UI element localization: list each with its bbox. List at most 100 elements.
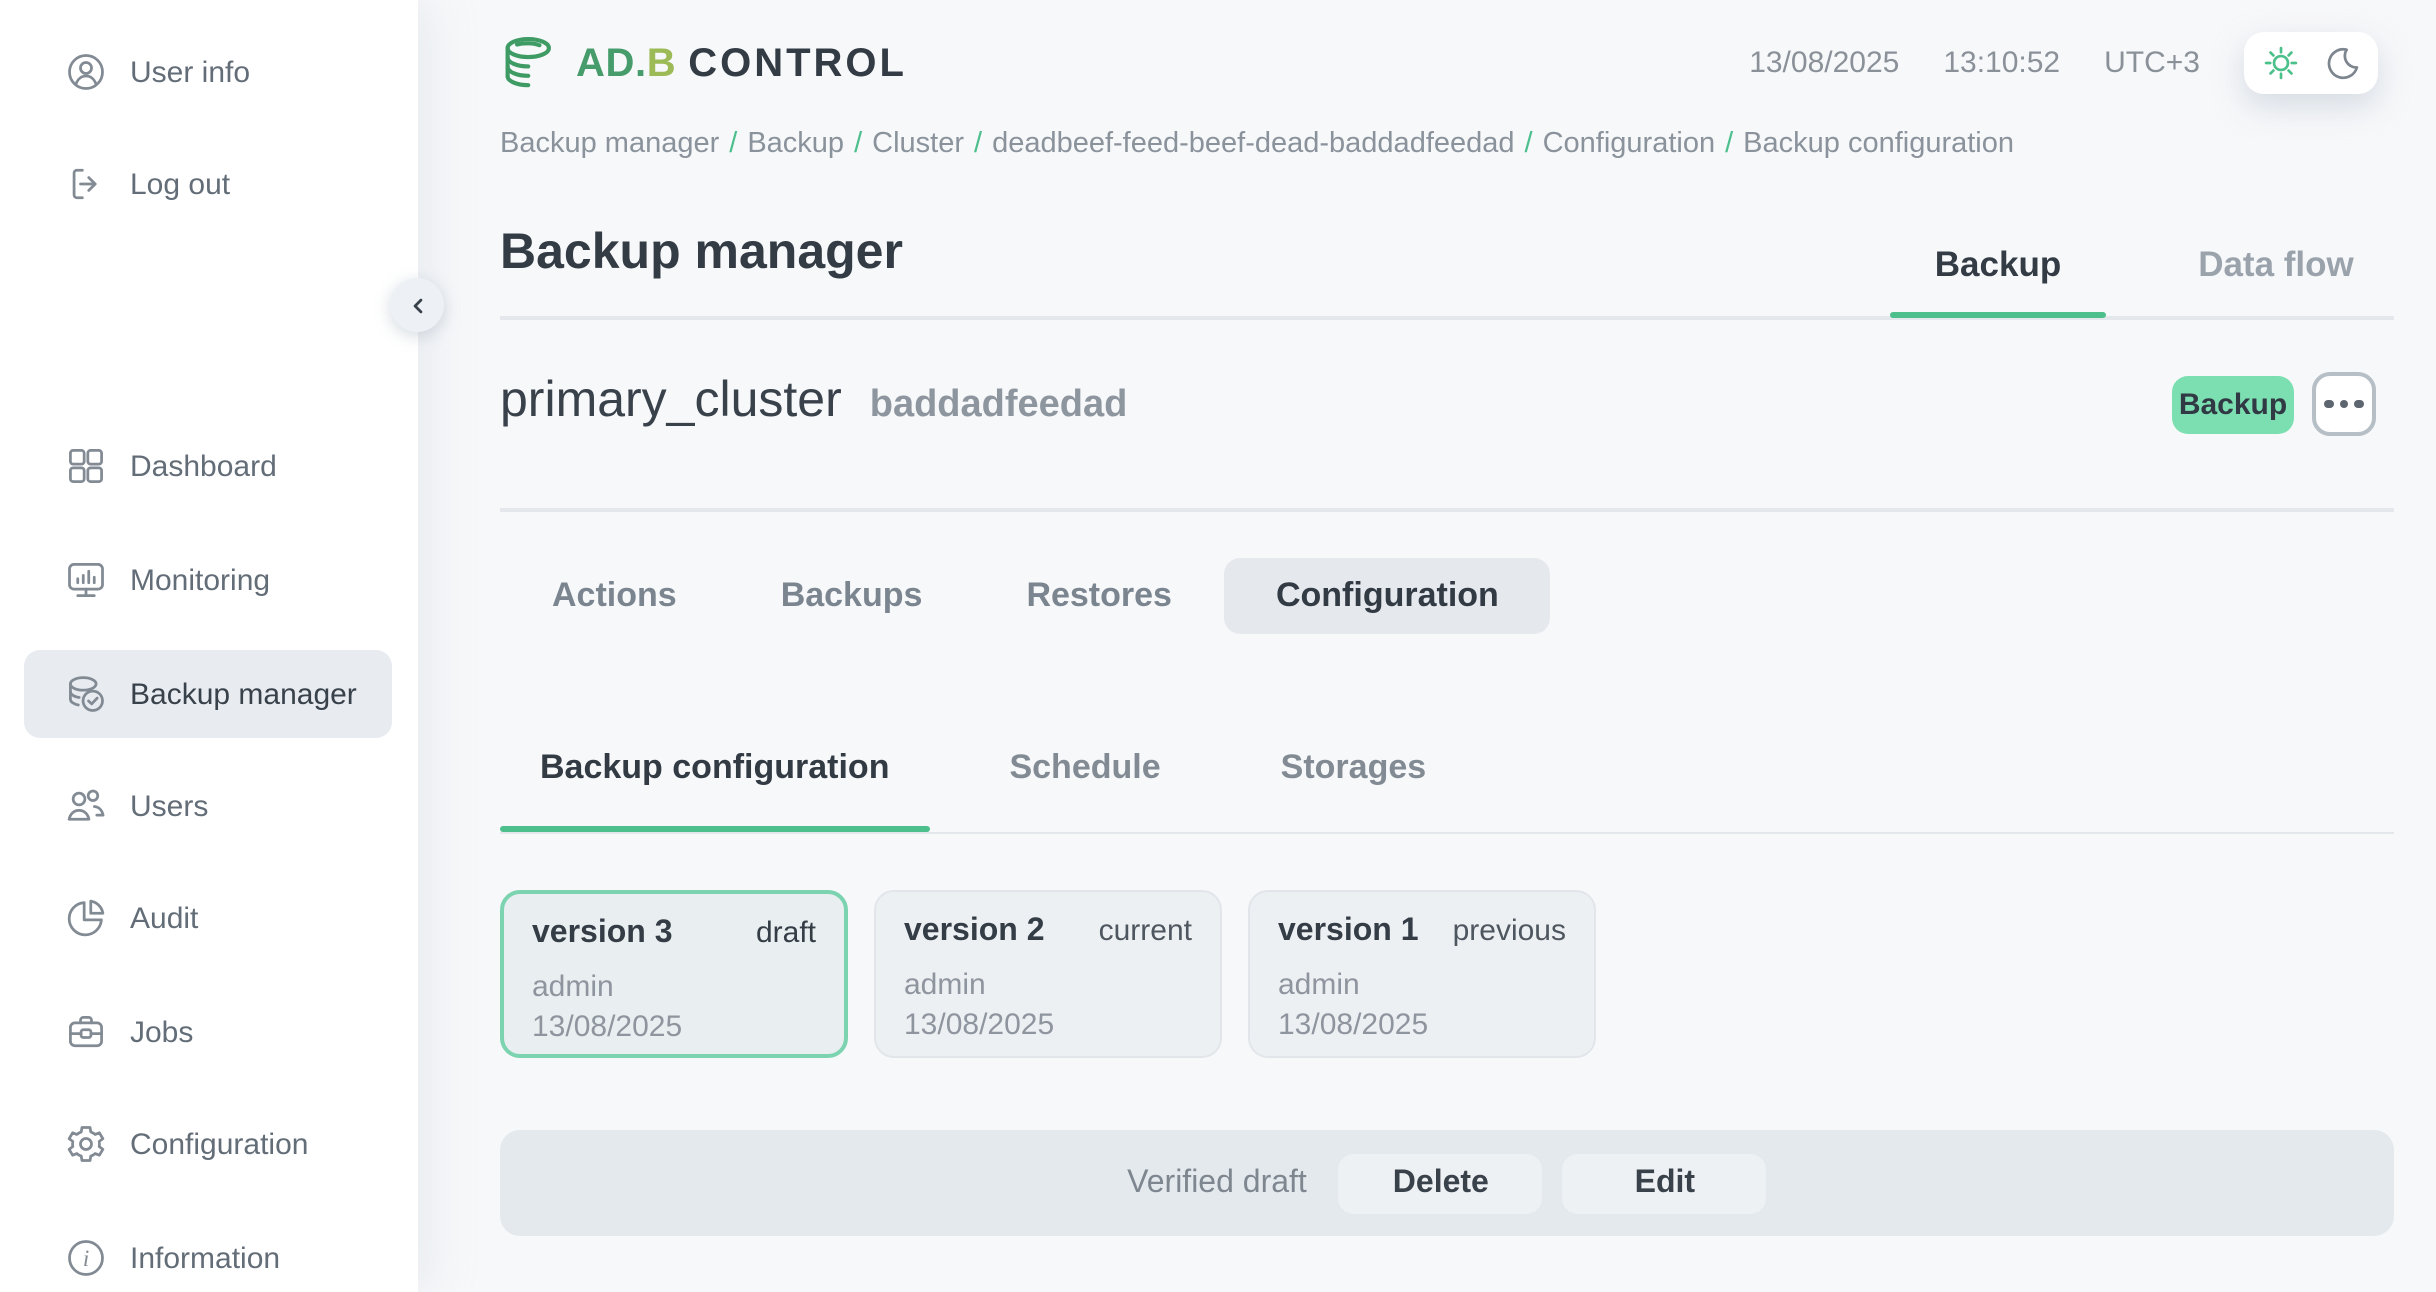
tab-backups[interactable]: Backups	[729, 558, 975, 634]
backup-database-icon	[64, 672, 108, 716]
backup-button[interactable]: Backup	[2172, 376, 2294, 434]
more-actions-button[interactable]	[2312, 372, 2376, 436]
theme-toggle	[2244, 31, 2378, 93]
configuration-tabs: Backup configuration Schedule Storages	[500, 748, 1466, 832]
tab-backup-configuration[interactable]: Backup configuration	[500, 748, 929, 832]
draft-status-label: Verified draft	[1127, 1165, 1307, 1201]
logo-text: AD.BCONTROL	[576, 41, 907, 87]
breadcrumb-separator: /	[964, 128, 992, 160]
version-card-draft[interactable]: version 3 draft admin 13/08/2025	[500, 890, 848, 1058]
breadcrumb-item[interactable]: Backup manager	[500, 128, 719, 160]
sidebar-item-user-info[interactable]: User info	[24, 28, 392, 116]
sidebar-item-jobs[interactable]: Jobs	[24, 988, 392, 1076]
sidebar-item-label: Users	[130, 789, 208, 823]
breadcrumb-item[interactable]: Configuration	[1543, 128, 1716, 160]
version-status-badge: draft	[756, 916, 816, 950]
breadcrumb: Backup manager/Backup/Cluster/deadbeef-f…	[500, 128, 2014, 160]
edit-button[interactable]: Edit	[1563, 1153, 1767, 1213]
cluster-heading: primary_cluster baddadfeedad	[500, 372, 1127, 430]
divider	[500, 316, 2394, 319]
breadcrumb-separator: /	[1515, 128, 1543, 160]
tab-configuration[interactable]: Configuration	[1224, 558, 1551, 634]
light-theme-sun-icon[interactable]	[2261, 43, 2299, 81]
sidebar-collapse-button[interactable]	[390, 278, 444, 332]
breadcrumb-item[interactable]: deadbeef-feed-beef-dead-baddadfeedad	[992, 128, 1514, 160]
logout-icon	[64, 162, 108, 206]
logo-database-icon	[500, 34, 564, 94]
sidebar-item-label: Log out	[130, 167, 230, 201]
tab-backup[interactable]: Backup	[1890, 244, 2106, 286]
sidebar-item-label: User info	[130, 55, 250, 89]
audit-pie-icon	[64, 896, 108, 940]
breadcrumb-item[interactable]: Backup	[747, 128, 844, 160]
tab-data-flow[interactable]: Data flow	[2158, 244, 2394, 286]
version-date: 13/08/2025	[532, 1008, 816, 1048]
sidebar-item-label: Configuration	[130, 1127, 308, 1161]
delete-button[interactable]: Delete	[1339, 1153, 1543, 1213]
sidebar-item-audit[interactable]: Audit	[24, 874, 392, 962]
breadcrumb-item[interactable]: Backup configuration	[1743, 128, 2014, 160]
version-card-list: version 3 draft admin 13/08/2025 version…	[500, 890, 1596, 1058]
version-date: 13/08/2025	[1278, 1006, 1566, 1046]
sidebar-item-dashboard[interactable]: Dashboard	[24, 422, 392, 510]
dark-theme-moon-icon[interactable]	[2323, 43, 2361, 81]
chevron-left-icon	[403, 291, 431, 319]
version-card-previous[interactable]: version 1 previous admin 13/08/2025	[1248, 890, 1596, 1058]
version-status-badge: previous	[1453, 914, 1566, 948]
version-meta: admin 13/08/2025	[532, 968, 816, 1048]
tab-actions[interactable]: Actions	[500, 558, 729, 634]
dashboard-icon	[64, 444, 108, 488]
current-date: 13/08/2025	[1749, 45, 1899, 79]
ellipsis-icon	[2340, 400, 2349, 409]
info-icon: i	[64, 1236, 108, 1280]
breadcrumb-separator: /	[1715, 128, 1743, 160]
version-card-header: version 2 current	[904, 914, 1192, 950]
draft-action-bar: Verified draft Delete Edit	[500, 1130, 2394, 1236]
version-author: admin	[1278, 966, 1566, 1006]
cluster-tabs: Actions Backups Restores Configuration	[500, 558, 1551, 634]
gear-icon	[64, 1122, 108, 1166]
active-tab-underline	[1890, 311, 2106, 317]
cluster-name: primary_cluster	[500, 372, 842, 430]
sidebar-item-backup-manager[interactable]: Backup manager	[24, 650, 392, 738]
version-date: 13/08/2025	[904, 1006, 1192, 1046]
sidebar-item-label: Backup manager	[130, 677, 357, 711]
sidebar-item-monitoring[interactable]: Monitoring	[24, 536, 392, 624]
sidebar-item-information[interactable]: i Information	[24, 1214, 392, 1292]
current-time: 13:10:52	[1943, 45, 2060, 79]
sidebar-item-configuration[interactable]: Configuration	[24, 1100, 392, 1188]
monitoring-icon	[64, 558, 108, 602]
version-name: version 1	[1278, 914, 1419, 950]
sidebar-item-users[interactable]: Users	[24, 762, 392, 850]
version-meta: admin 13/08/2025	[1278, 966, 1566, 1046]
version-card-header: version 1 previous	[1278, 914, 1566, 950]
breadcrumb-separator: /	[844, 128, 872, 160]
sidebar-item-label: Audit	[130, 901, 198, 935]
sidebar-item-label: Monitoring	[130, 563, 270, 597]
version-card-current[interactable]: version 2 current admin 13/08/2025	[874, 890, 1222, 1058]
tab-storages[interactable]: Storages	[1241, 748, 1467, 832]
version-name: version 3	[532, 916, 673, 952]
sidebar-item-label: Dashboard	[130, 449, 277, 483]
user-circle-icon	[64, 50, 108, 94]
sidebar-item-label: Information	[130, 1241, 280, 1275]
version-card-header: version 3 draft	[532, 916, 816, 952]
tab-restores[interactable]: Restores	[974, 558, 1224, 634]
sidebar: User info Log out Dashboard Monitoring	[0, 0, 418, 1292]
version-name: version 2	[904, 914, 1045, 950]
ellipsis-icon	[2325, 400, 2334, 409]
version-author: admin	[532, 968, 816, 1008]
svg-text:i: i	[83, 1246, 89, 1271]
breadcrumb-separator: /	[719, 128, 747, 160]
jobs-briefcase-icon	[64, 1010, 108, 1054]
page-title: Backup manager	[500, 224, 903, 282]
app-logo: AD.BCONTROL	[500, 26, 907, 102]
tab-schedule[interactable]: Schedule	[969, 748, 1200, 832]
breadcrumb-item[interactable]: Cluster	[872, 128, 964, 160]
version-meta: admin 13/08/2025	[904, 966, 1192, 1046]
sidebar-item-log-out[interactable]: Log out	[24, 140, 392, 228]
header-clockbar: 13/08/2025 13:10:52 UTC+3	[1749, 0, 2378, 124]
sidebar-item-label: Jobs	[130, 1015, 193, 1049]
users-icon	[64, 784, 108, 828]
ellipsis-icon	[2355, 400, 2364, 409]
